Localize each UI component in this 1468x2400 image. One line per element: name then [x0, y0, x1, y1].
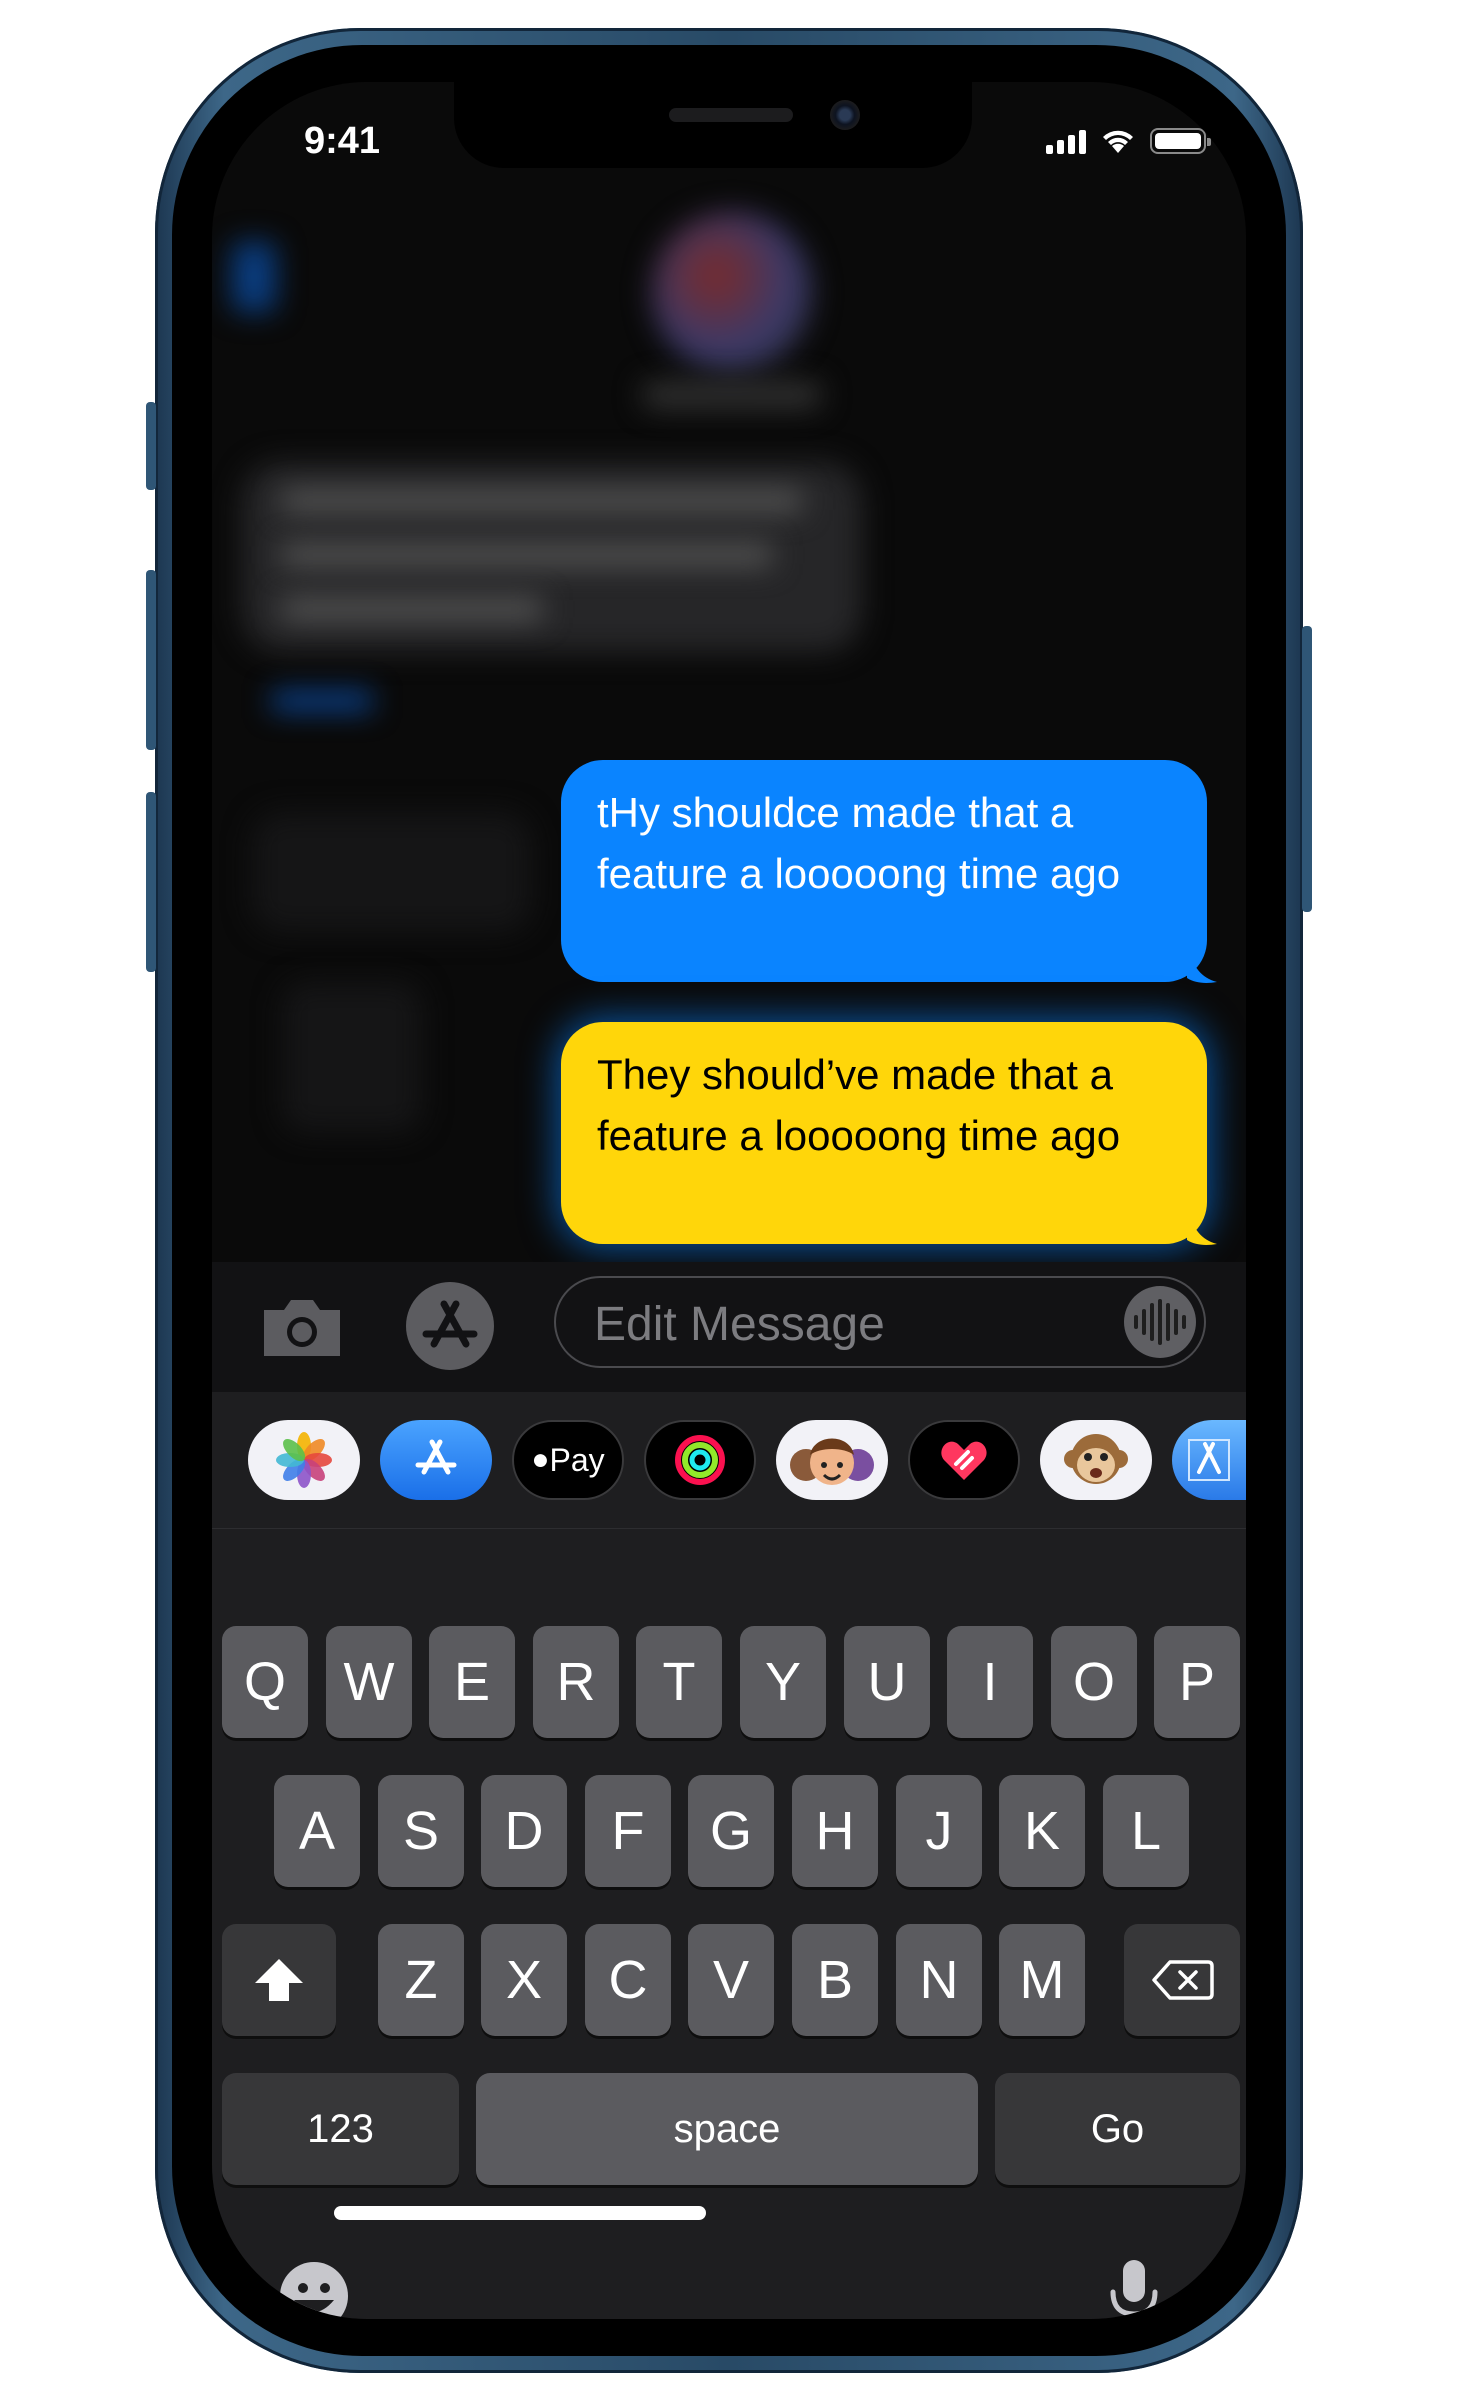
power-button: [1302, 626, 1312, 912]
delete-key[interactable]: [1124, 1924, 1240, 2036]
volume-up-button: [146, 570, 156, 750]
dictation-mic-icon[interactable]: [1106, 2256, 1162, 2319]
bubble-tail: [1187, 948, 1217, 983]
imessage-app-strip: ● Pay: [212, 1392, 1246, 1529]
key-h[interactable]: H: [792, 1775, 878, 1887]
blurred-received-bubble-3: [282, 982, 422, 1132]
bubble-tail: [1187, 1210, 1217, 1245]
emoji-icon[interactable]: [276, 2258, 352, 2319]
app-store-icon: [422, 1300, 478, 1348]
status-time: 9:41: [304, 120, 381, 162]
key-p[interactable]: P: [1154, 1626, 1240, 1738]
blurred-contact-avatar: [652, 212, 812, 372]
key-x[interactable]: X: [481, 1924, 567, 2036]
activity-icon: [675, 1435, 725, 1485]
key-t[interactable]: T: [636, 1626, 722, 1738]
numbers-key[interactable]: 123: [222, 2073, 459, 2185]
battery-icon: [1150, 128, 1211, 154]
key-b[interactable]: B: [792, 1924, 878, 2036]
key-l[interactable]: L: [1103, 1775, 1189, 1887]
shift-key[interactable]: [222, 1924, 336, 2036]
app-store-partial-app[interactable]: [1172, 1420, 1246, 1500]
front-camera: [830, 100, 860, 130]
blurred-back-chevron: [232, 242, 276, 312]
screen: 9:41 tHy shouldce made that a feature a …: [212, 82, 1246, 2319]
message-text: tHy shouldce made that a feature a loooo…: [597, 789, 1121, 897]
key-n[interactable]: N: [896, 1924, 982, 2036]
key-z[interactable]: Z: [378, 1924, 464, 2036]
keyboard: ● Pay Q W E R T Y U I O P A S D F G H J …: [212, 1392, 1246, 2319]
home-indicator[interactable]: [334, 2206, 706, 2220]
photos-app[interactable]: [248, 1420, 360, 1500]
key-o[interactable]: O: [1051, 1626, 1137, 1738]
edited-message-bubble[interactable]: They should’ve made that a feature a loo…: [561, 1022, 1207, 1244]
key-s[interactable]: S: [378, 1775, 464, 1887]
apple-pay-icon: ●: [531, 1443, 550, 1476]
voice-message-icon[interactable]: [1124, 1286, 1196, 1358]
app-store-app[interactable]: [380, 1420, 492, 1500]
key-r[interactable]: R: [533, 1626, 619, 1738]
backspace-icon: [1152, 1960, 1214, 2000]
key-j[interactable]: J: [896, 1775, 982, 1887]
message-input-bar: Edit Message: [212, 1262, 1246, 1392]
key-w[interactable]: W: [326, 1626, 412, 1738]
key-d[interactable]: D: [481, 1775, 567, 1887]
earpiece-speaker: [669, 108, 793, 122]
cellular-signal-icon: [1046, 130, 1086, 154]
animoji-icon: [1064, 1434, 1128, 1484]
memoji-app[interactable]: [776, 1420, 888, 1500]
message-text: They should’ve made that a feature a loo…: [597, 1051, 1121, 1159]
key-u[interactable]: U: [844, 1626, 930, 1738]
sent-message-bubble[interactable]: tHy shouldce made that a feature a loooo…: [561, 760, 1207, 982]
key-m[interactable]: M: [999, 1924, 1085, 2036]
volume-down-button: [146, 792, 156, 972]
key-e[interactable]: E: [429, 1626, 515, 1738]
status-icons: [1046, 128, 1211, 154]
space-bar[interactable]: space: [476, 2073, 978, 2185]
go-key[interactable]: Go: [995, 2073, 1240, 2185]
app-store-button[interactable]: [406, 1282, 494, 1370]
app-store-partial-icon: [1188, 1439, 1230, 1481]
key-q[interactable]: Q: [222, 1626, 308, 1738]
digital-touch-app[interactable]: [908, 1420, 1020, 1500]
key-i[interactable]: I: [947, 1626, 1033, 1738]
blurred-text-line: [282, 490, 802, 512]
key-v[interactable]: V: [688, 1924, 774, 2036]
apple-pay-label: Pay: [549, 1441, 605, 1478]
key-f[interactable]: F: [585, 1775, 671, 1887]
blurred-text-line: [282, 598, 542, 620]
blurred-contact-name: [642, 382, 822, 408]
digital-touch-icon: [941, 1441, 987, 1480]
memoji-icon: [790, 1438, 874, 1485]
blurred-text-line: [282, 544, 772, 566]
animoji-app[interactable]: [1040, 1420, 1152, 1500]
camera-icon: [264, 1300, 340, 1356]
key-g[interactable]: G: [688, 1775, 774, 1887]
message-input-field[interactable]: Edit Message: [554, 1276, 1206, 1368]
activity-app[interactable]: [644, 1420, 756, 1500]
key-y[interactable]: Y: [740, 1626, 826, 1738]
key-k[interactable]: K: [999, 1775, 1085, 1887]
blurred-link: [272, 692, 372, 710]
blurred-received-bubble-2: [252, 812, 532, 932]
key-c[interactable]: C: [585, 1924, 671, 2036]
apple-pay-app[interactable]: ● Pay: [512, 1420, 624, 1500]
app-store-icon: [415, 1439, 457, 1475]
notch: [454, 82, 972, 168]
wifi-icon: [1103, 130, 1133, 153]
photos-icon: [276, 1432, 332, 1488]
key-a[interactable]: A: [274, 1775, 360, 1887]
shift-arrow-icon: [255, 1959, 303, 2001]
message-placeholder: Edit Message: [594, 1298, 885, 1351]
mute-switch: [146, 402, 156, 490]
camera-button[interactable]: [258, 1282, 346, 1370]
